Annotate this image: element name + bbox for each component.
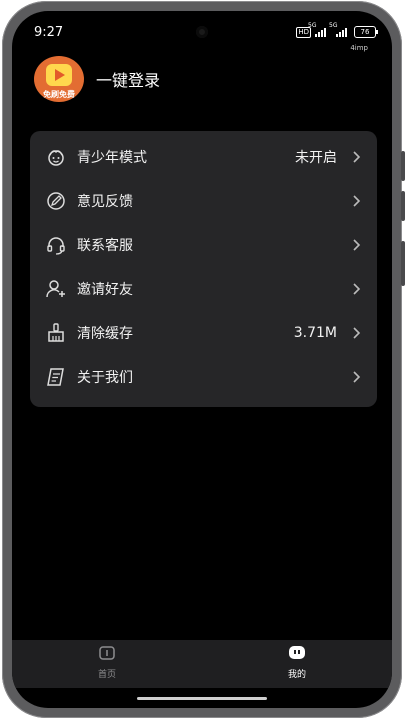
signal-1-label: 5G xyxy=(308,22,317,29)
phone-frame: 9:27 HD 5G 5G 76 4imp 免刷免费 一键登录 青少年模式 未开… xyxy=(2,1,405,718)
menu-label-clear-cache: 清除缓存 xyxy=(77,326,133,342)
status-bar: 9:27 HD 5G 5G 76 xyxy=(12,21,392,43)
bottom-tab-bar: 首页 我的 xyxy=(12,640,392,688)
home-indicator[interactable] xyxy=(137,697,267,700)
pencil-feedback-icon xyxy=(47,192,65,210)
menu-label-invite-friends: 邀请好友 xyxy=(77,282,133,298)
power-button xyxy=(401,241,405,286)
menu-item-invite-friends[interactable]: 邀请好友 xyxy=(30,267,377,311)
menu-item-customer-service[interactable]: 联系客服 xyxy=(30,223,377,267)
menu-label-about-us: 关于我们 xyxy=(77,370,133,386)
tab-home-label: 首页 xyxy=(97,670,116,680)
chevron-right-icon xyxy=(353,327,361,339)
profile-chat-icon xyxy=(289,646,305,659)
chevron-right-icon xyxy=(353,283,361,295)
volume-up-button xyxy=(401,151,405,181)
menu-label-teen-mode: 青少年模式 xyxy=(77,150,147,166)
teen-mode-status: 未开启 xyxy=(295,150,337,166)
battery-icon: 76 xyxy=(354,26,378,38)
signal-2-icon: 5G xyxy=(329,22,347,37)
volume-down-button xyxy=(401,191,405,221)
menu-item-teen-mode[interactable]: 青少年模式 未开启 xyxy=(30,135,377,179)
menu-label-customer-service: 联系客服 xyxy=(77,238,133,254)
front-camera xyxy=(196,26,208,38)
signal-1-icon: 5G xyxy=(308,22,326,37)
chevron-right-icon xyxy=(353,195,361,207)
network-speed: 4imp xyxy=(350,44,368,52)
cache-size: 3.71M xyxy=(293,325,337,341)
menu-label-feedback: 意见反馈 xyxy=(77,194,133,210)
play-icon xyxy=(46,64,72,86)
clock: 9:27 xyxy=(34,25,64,40)
tab-mine-label: 我的 xyxy=(287,670,306,680)
signal-2-label: 5G xyxy=(329,22,338,29)
child-face-icon xyxy=(48,150,64,166)
avatar-text: 免刷免费 xyxy=(43,90,75,99)
menu-item-clear-cache[interactable]: 清除缓存 3.71M xyxy=(30,311,377,355)
tab-mine[interactable]: 我的 xyxy=(202,640,392,688)
tab-home[interactable]: 首页 xyxy=(12,640,202,688)
chevron-right-icon xyxy=(353,239,361,251)
broom-icon xyxy=(48,323,64,342)
login-label[interactable]: 一键登录 xyxy=(96,67,160,91)
chevron-right-icon xyxy=(353,151,361,163)
menu-item-feedback[interactable]: 意见反馈 xyxy=(30,179,377,223)
headset-icon xyxy=(47,237,65,255)
chevron-right-icon xyxy=(353,371,361,383)
add-user-icon xyxy=(46,280,65,298)
home-icon xyxy=(99,646,115,660)
screen-area: 9:27 HD 5G 5G 76 4imp 免刷免费 一键登录 青少年模式 未开… xyxy=(12,11,392,708)
status-icons: HD 5G 5G 76 xyxy=(296,22,378,38)
settings-menu: 青少年模式 未开启 意见反馈 联系客服 邀请好友 清除缓存 3.71M 关于我们 xyxy=(30,131,377,407)
one-click-login[interactable]: 免刷免费 一键登录 xyxy=(34,56,160,102)
app-logo-avatar[interactable]: 免刷免费 xyxy=(34,56,84,102)
menu-item-about-us[interactable]: 关于我们 xyxy=(30,355,377,399)
document-icon xyxy=(47,368,64,386)
